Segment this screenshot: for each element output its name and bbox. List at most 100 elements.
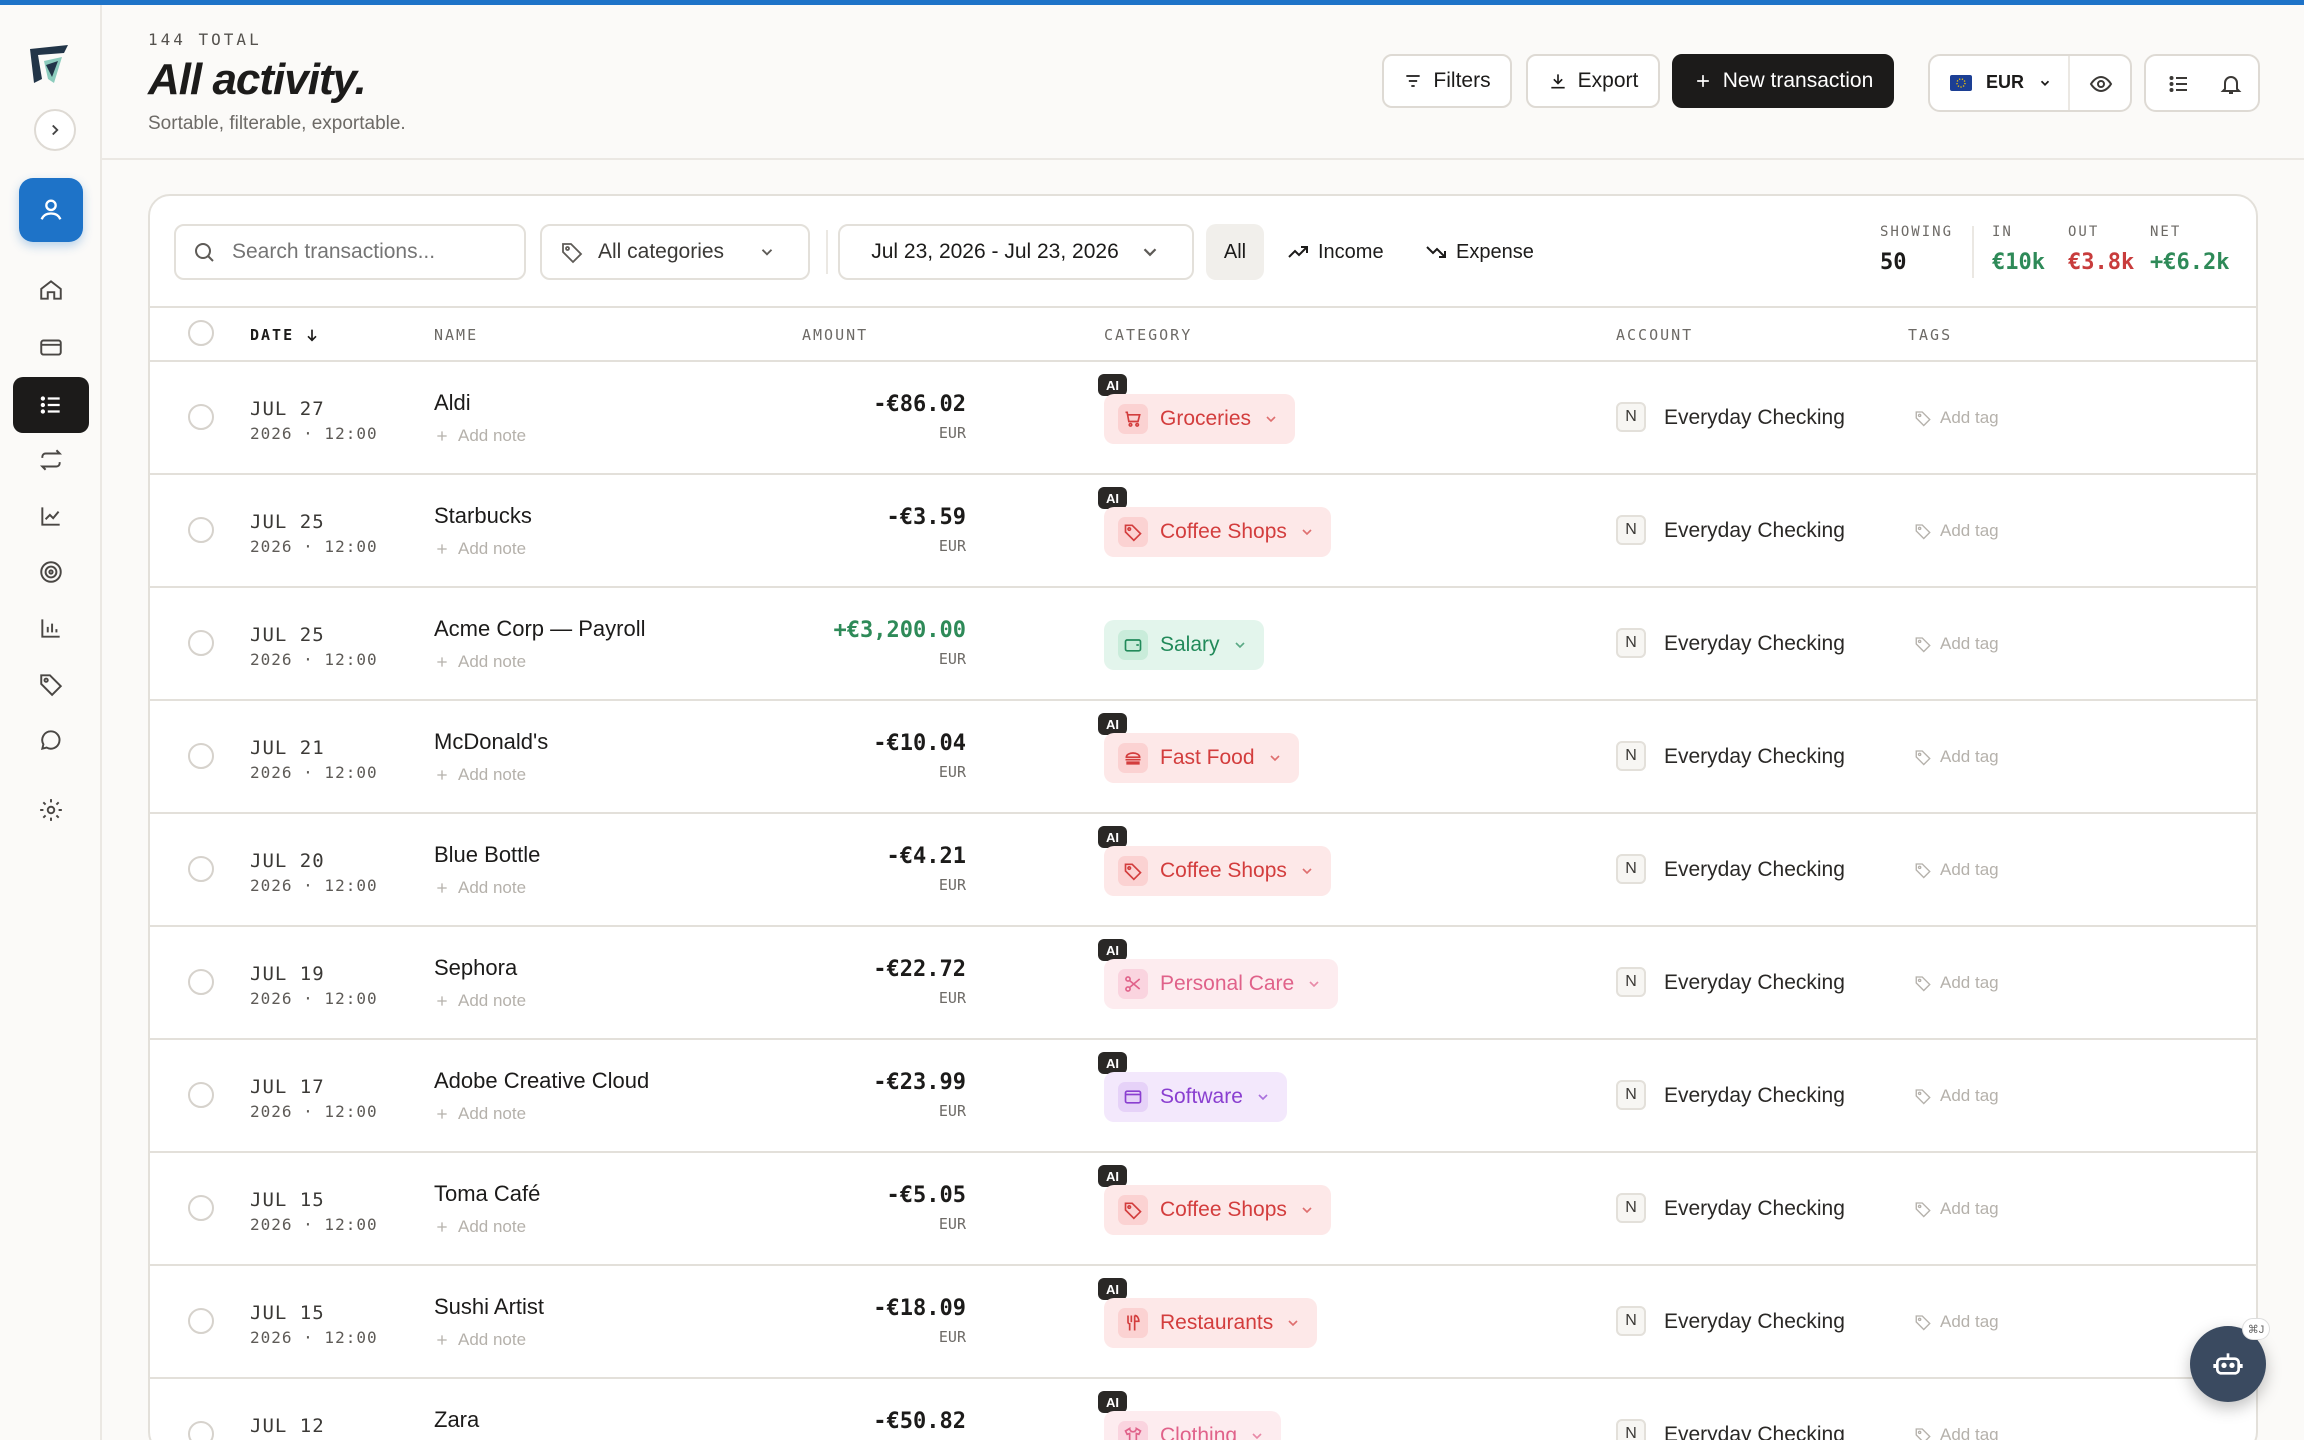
nav-trends[interactable] (0, 496, 102, 536)
row-checkbox[interactable] (188, 743, 214, 769)
category-pill[interactable]: Clothing (1104, 1411, 1282, 1440)
view-notify-group (2144, 54, 2260, 112)
currency-selector[interactable]: EUR (1950, 72, 2052, 93)
tag-icon (1915, 1202, 1931, 1218)
table-row[interactable]: JUL 15 2026 · 12:00 Sushi Artist Add not… (150, 1264, 2256, 1377)
category-pill[interactable]: Salary (1104, 620, 1264, 670)
add-note-button[interactable]: Add note (434, 652, 526, 672)
account-name: Everyday Checking (1664, 632, 1845, 655)
nav-tags[interactable] (0, 664, 102, 704)
nav-accounts[interactable] (0, 327, 102, 367)
table-row[interactable]: JUL 25 2026 · 12:00 Starbucks Add note -… (150, 473, 2256, 586)
add-tag-button[interactable]: Add tag (1914, 408, 1999, 428)
row-checkbox[interactable] (188, 969, 214, 995)
row-checkbox[interactable] (188, 630, 214, 656)
add-tag-button[interactable]: Add tag (1914, 521, 1999, 541)
expand-sidebar-button[interactable] (34, 109, 76, 151)
row-name[interactable]: Acme Corp — Payroll (434, 616, 646, 642)
nav-settings[interactable] (0, 790, 102, 830)
nav-reports[interactable] (0, 608, 102, 648)
add-note-button[interactable]: Add note (434, 426, 526, 446)
category-pill[interactable]: Coffee Shops (1104, 846, 1331, 896)
nav-goals[interactable] (0, 552, 102, 592)
table-row[interactable]: JUL 12 2026 · 12:00 Zara Add note -€50.8… (150, 1377, 2256, 1440)
chevron-down-icon (761, 249, 773, 256)
type-filter-expense[interactable]: Expense (1424, 224, 1534, 280)
row-checkbox[interactable] (188, 404, 214, 430)
table-row[interactable]: JUL 25 2026 · 12:00 Acme Corp — Payroll … (150, 586, 2256, 699)
row-name[interactable]: Sephora (434, 955, 517, 981)
table-row[interactable]: JUL 19 2026 · 12:00 Sephora Add note -€2… (150, 925, 2256, 1038)
search-input[interactable] (232, 240, 502, 264)
category-pill[interactable]: Coffee Shops (1104, 1185, 1331, 1235)
privacy-toggle[interactable] (2084, 70, 2118, 98)
date-range-picker[interactable]: Jul 23, 2026 - Jul 23, 2026 (838, 224, 1194, 280)
add-note-button[interactable]: Add note (434, 1330, 526, 1350)
page-subtitle: Sortable, filterable, exportable. (148, 113, 406, 134)
select-all-checkbox[interactable] (188, 320, 214, 346)
table-row[interactable]: JUL 20 2026 · 12:00 Blue Bottle Add note… (150, 812, 2256, 925)
row-checkbox[interactable] (188, 1195, 214, 1221)
add-note-button[interactable]: Add note (434, 765, 526, 785)
add-tag-button[interactable]: Add tag (1914, 973, 1999, 993)
column-date[interactable]: DATE (250, 326, 320, 344)
add-tag-button[interactable]: Add tag (1914, 1199, 1999, 1219)
column-category[interactable]: CATEGORY (1104, 326, 1192, 344)
row-name[interactable]: Starbucks (434, 503, 532, 529)
type-filter-all[interactable]: All (1206, 224, 1264, 280)
row-checkbox[interactable] (188, 517, 214, 543)
filters-button[interactable]: Filters (1382, 54, 1512, 108)
export-button[interactable]: Export (1526, 54, 1660, 108)
view-toggle-button[interactable] (2162, 70, 2196, 98)
add-note-button[interactable]: Add note (434, 878, 526, 898)
search-box[interactable] (174, 224, 526, 280)
row-name[interactable]: Zara (434, 1407, 479, 1433)
add-note-button[interactable]: Add note (434, 539, 526, 559)
column-amount[interactable]: AMOUNT (802, 326, 868, 344)
category-pill[interactable]: Coffee Shops (1104, 507, 1331, 557)
table-row[interactable]: JUL 15 2026 · 12:00 Toma Café Add note -… (150, 1151, 2256, 1264)
add-note-button[interactable]: Add note (434, 1104, 526, 1124)
add-note-button[interactable]: Add note (434, 991, 526, 1011)
add-tag-button[interactable]: Add tag (1914, 1086, 1999, 1106)
row-checkbox[interactable] (188, 1082, 214, 1108)
row-name[interactable]: McDonald's (434, 729, 548, 755)
add-tag-button[interactable]: Add tag (1914, 1425, 1999, 1440)
column-account[interactable]: ACCOUNT (1616, 326, 1693, 344)
category-pill[interactable]: Groceries (1104, 394, 1296, 444)
nav-chat[interactable] (0, 720, 102, 760)
row-name[interactable]: Blue Bottle (434, 842, 540, 868)
row-amount: -€5.05 (886, 1183, 966, 1208)
row-checkbox[interactable] (188, 1308, 214, 1334)
app-logo[interactable] (24, 39, 78, 93)
add-tag-button[interactable]: Add tag (1914, 747, 1999, 767)
row-name[interactable]: Sushi Artist (434, 1294, 544, 1320)
table-row[interactable]: JUL 27 2026 · 12:00 Aldi Add note -€86.0… (150, 360, 2256, 473)
add-note-button[interactable]: Add note (434, 1217, 526, 1237)
row-checkbox[interactable] (188, 1421, 214, 1440)
stat-showing: SHOWING 50 (1880, 224, 1953, 275)
nav-home[interactable] (0, 270, 102, 310)
row-checkbox[interactable] (188, 856, 214, 882)
notifications-button[interactable] (2214, 70, 2248, 98)
row-name[interactable]: Aldi (434, 390, 471, 416)
profile-button[interactable] (19, 178, 83, 242)
category-pill[interactable]: Fast Food (1104, 733, 1299, 783)
column-name[interactable]: NAME (434, 326, 478, 344)
row-name[interactable]: Adobe Creative Cloud (434, 1068, 649, 1094)
row-currency: EUR (938, 650, 966, 668)
category-filter[interactable]: All categories (540, 224, 810, 280)
category-pill[interactable]: Software (1104, 1072, 1287, 1122)
row-name[interactable]: Toma Café (434, 1181, 540, 1207)
new-transaction-button[interactable]: New transaction (1672, 54, 1894, 108)
table-row[interactable]: JUL 21 2026 · 12:00 McDonald's Add note … (150, 699, 2256, 812)
add-tag-button[interactable]: Add tag (1914, 634, 1999, 654)
add-tag-button[interactable]: Add tag (1914, 860, 1999, 880)
table-row[interactable]: JUL 17 2026 · 12:00 Adobe Creative Cloud… (150, 1038, 2256, 1151)
category-pill[interactable]: Personal Care (1104, 959, 1339, 1009)
nav-transactions[interactable] (13, 377, 89, 433)
add-tag-button[interactable]: Add tag (1914, 1312, 1999, 1332)
nav-recurring[interactable] (0, 440, 102, 480)
type-filter-income[interactable]: Income (1286, 224, 1384, 280)
category-pill[interactable]: Restaurants (1104, 1298, 1318, 1348)
